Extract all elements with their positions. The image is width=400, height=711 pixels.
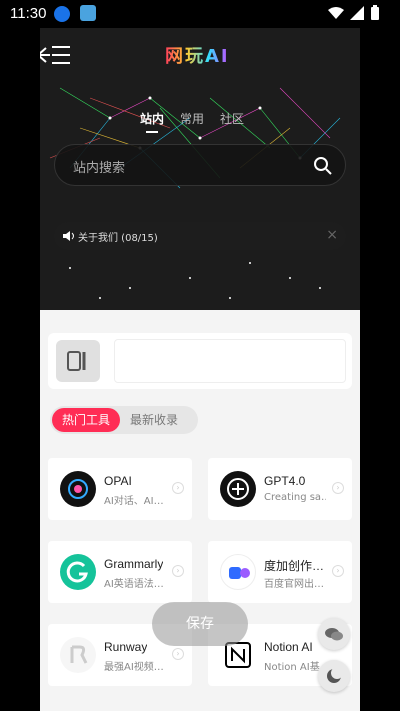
chevron-right-icon: ›	[172, 648, 184, 660]
tool-name: Grammarly	[104, 557, 164, 571]
tool-desc: 最强AI视频…	[104, 662, 164, 673]
app-container: 网玩AI 站内 常用 社区 站内搜索 关于我们 (08/15) × 热门工具 最…	[40, 28, 360, 711]
tab-bar: 站内 常用 社区	[140, 110, 244, 133]
pill-latest[interactable]: 最新收录	[120, 408, 188, 432]
tool-card-opai[interactable]: OPAI AI对话、AI… ›	[48, 458, 192, 520]
search-input[interactable]: 站内搜索	[54, 144, 346, 186]
app-notification-icon	[80, 5, 96, 21]
chevron-right-icon: ›	[332, 482, 344, 494]
back-menu-icon[interactable]	[40, 42, 74, 68]
tool-icon[interactable]	[56, 340, 100, 382]
search-placeholder: 站内搜索	[73, 161, 126, 176]
phone-screen: 11:30 网玩AI 站内 常用 社区 站内搜索 关于我们 (08/15) × …	[0, 0, 400, 711]
speaker-icon	[63, 231, 74, 241]
battery-icon	[371, 5, 379, 20]
tool-name: 度加创作…	[264, 559, 325, 573]
tool-name: OPAI	[104, 474, 132, 488]
wifi-icon	[328, 7, 344, 19]
openai-logo-icon	[220, 471, 256, 507]
filter-pills: 热门工具 最新收录	[50, 406, 198, 434]
profile-input-field[interactable]	[114, 339, 346, 383]
status-bar: 11:30	[0, 0, 400, 28]
tool-name: Notion AI	[264, 640, 313, 654]
opai-logo-icon	[60, 471, 96, 507]
tool-card-gpt4[interactable]: GPT4.0 Creating sa… ›	[208, 458, 352, 520]
notice-text: 关于我们 (08/15)	[78, 233, 158, 244]
tool-card-grammarly[interactable]: Grammarly AI英语语法… ›	[48, 541, 192, 603]
notice-bar[interactable]: 关于我们 (08/15) ×	[54, 222, 346, 250]
tool-desc: AI对话、AI…	[104, 496, 164, 507]
tool-name: GPT4.0	[264, 474, 306, 488]
cell-signal-icon	[350, 6, 364, 20]
profile-card	[48, 333, 352, 389]
tool-desc: 百度官网出…	[264, 579, 324, 590]
close-icon[interactable]: ×	[326, 227, 338, 243]
tool-desc: AI英语语法…	[104, 579, 164, 590]
theme-toggle-button[interactable]	[318, 660, 350, 692]
pill-hot-tools[interactable]: 热门工具	[52, 408, 121, 432]
chevron-right-icon: ›	[332, 565, 344, 577]
chevron-right-icon: ›	[172, 565, 184, 577]
tool-desc: Creating sa…	[264, 492, 326, 503]
status-time: 11:30	[10, 5, 47, 22]
download-notification-icon	[54, 6, 70, 22]
runway-logo-icon	[60, 637, 96, 673]
tab-common[interactable]: 常用	[180, 110, 204, 133]
chevron-right-icon: ›	[172, 482, 184, 494]
wechat-share-button[interactable]	[318, 618, 350, 650]
tool-card-dujia[interactable]: 度加创作… 百度官网出… ›	[208, 541, 352, 603]
wechat-icon	[325, 628, 343, 641]
hero-section: 网玩AI 站内 常用 社区 站内搜索 关于我们 (08/15) ×	[40, 28, 360, 310]
tab-community[interactable]: 社区	[220, 110, 244, 133]
search-icon[interactable]	[313, 156, 333, 176]
app-logo: 网玩AI	[165, 42, 230, 68]
save-button[interactable]: 保存	[152, 602, 248, 646]
grammarly-logo-icon	[60, 554, 96, 590]
dujia-logo-icon	[220, 554, 256, 590]
tool-name: Runway	[104, 640, 148, 654]
status-icons	[328, 5, 380, 21]
tab-onsite[interactable]: 站内	[140, 110, 164, 133]
tool-desc: Notion AI基…	[264, 662, 326, 673]
moon-icon	[327, 667, 343, 683]
